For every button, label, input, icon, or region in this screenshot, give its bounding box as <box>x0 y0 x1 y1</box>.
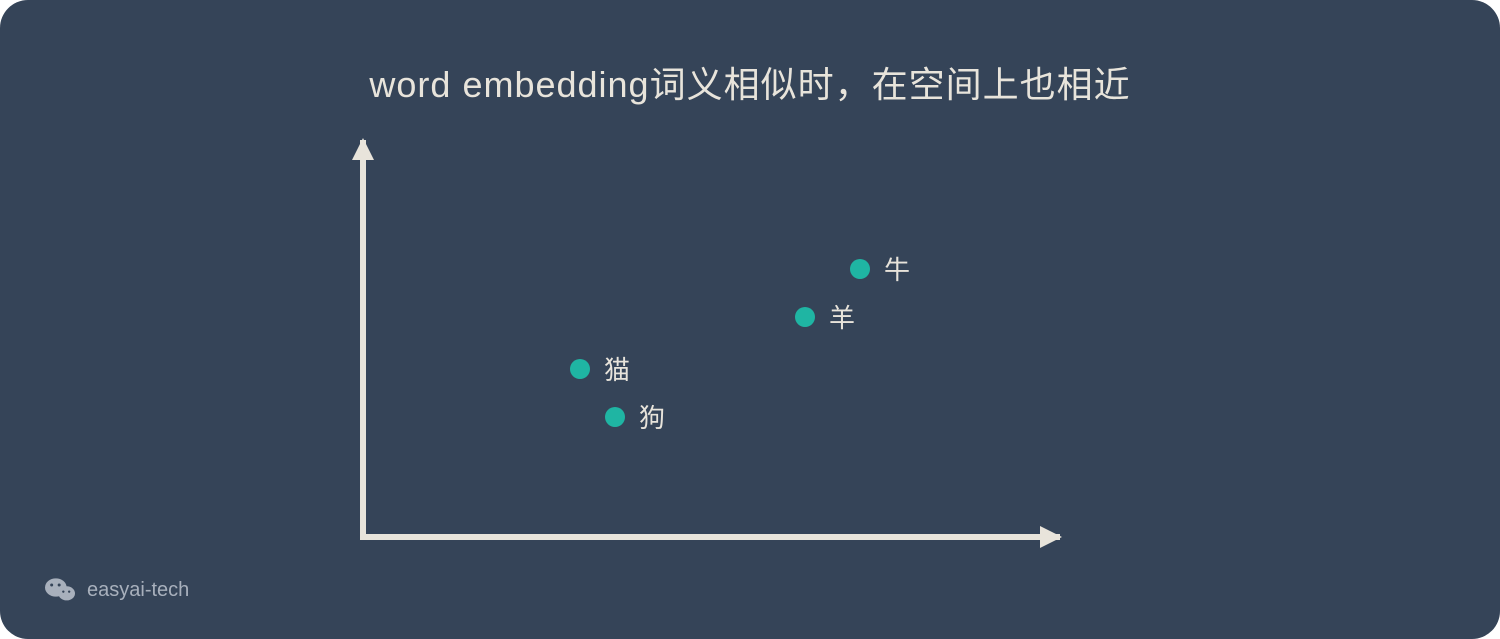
point-dot-icon <box>570 359 590 379</box>
y-axis <box>360 140 366 540</box>
point-dot-icon <box>605 407 625 427</box>
chart-title: word embedding词义相似时，在空间上也相近 <box>0 56 1500 108</box>
point-label: 狗 <box>639 398 665 435</box>
point-dot-icon <box>795 307 815 327</box>
point-dot-icon <box>850 259 870 279</box>
point-label: 羊 <box>829 298 855 335</box>
chart-plot-area: 猫 狗 羊 牛 <box>360 140 1060 540</box>
point-label: 牛 <box>884 250 910 287</box>
watermark: easyai-tech <box>45 577 189 603</box>
data-point: 牛 <box>850 250 910 287</box>
x-axis-arrow-icon <box>1040 526 1062 548</box>
wechat-icon <box>45 577 75 603</box>
watermark-text: easyai-tech <box>87 579 189 602</box>
point-label: 猫 <box>604 350 630 387</box>
chart-canvas: word embedding词义相似时，在空间上也相近 猫 狗 羊 牛 <box>0 0 1500 639</box>
data-point: 狗 <box>605 398 665 435</box>
data-point: 猫 <box>570 350 630 387</box>
data-point: 羊 <box>795 298 855 335</box>
x-axis <box>360 534 1060 540</box>
y-axis-arrow-icon <box>352 138 374 160</box>
